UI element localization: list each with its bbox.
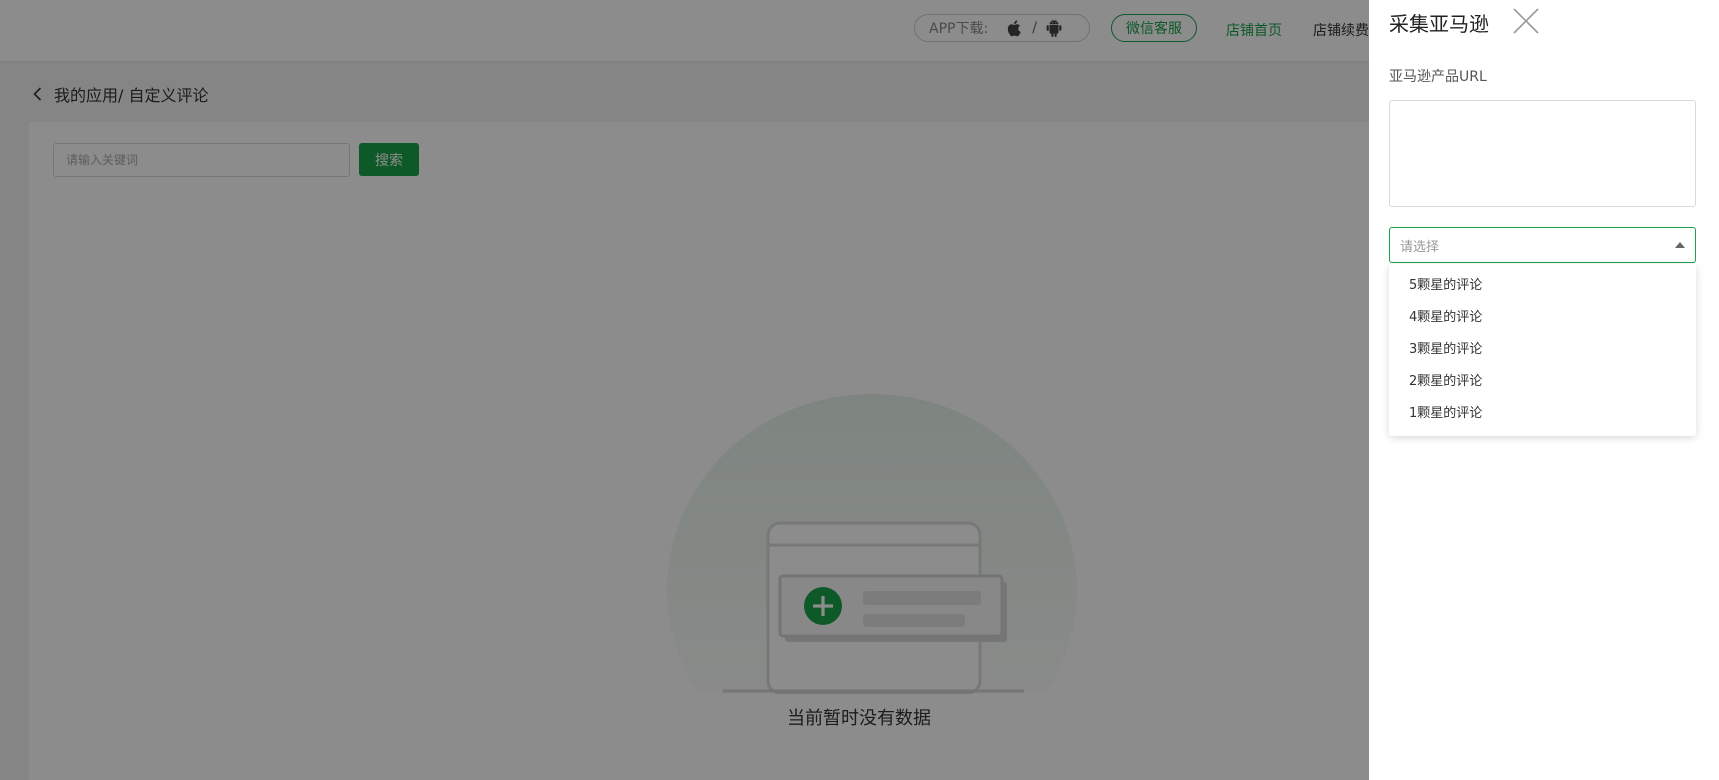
rating-select[interactable]: 请选择 [1389, 227, 1696, 263]
caret-up-icon [1675, 241, 1685, 249]
close-icon[interactable] [1512, 7, 1540, 35]
rating-select-placeholder: 请选择 [1400, 239, 1440, 255]
page: APP下载: / 微信客服 店铺首页 店铺续费 我的应用/ 自定义评论 请输入关… [0, 0, 1719, 780]
amazon-url-textarea[interactable] [1389, 100, 1696, 207]
amazon-url-label: 亚马逊产品URL [1389, 69, 1487, 85]
dropdown-option-5-star[interactable]: 5颗星的评论 [1389, 270, 1696, 302]
collect-amazon-drawer: 采集亚马逊 亚马逊产品URL 请选择 5颗星的评论 4颗星的评论 3颗星的评论 … [1369, 0, 1719, 780]
dropdown-option-1-star[interactable]: 1颗星的评论 [1389, 398, 1696, 430]
drawer-title: 采集亚马逊 [1389, 12, 1489, 36]
dropdown-option-2-star[interactable]: 2颗星的评论 [1389, 366, 1696, 398]
dropdown-option-4-star[interactable]: 4颗星的评论 [1389, 302, 1696, 334]
rating-dropdown: 5颗星的评论 4颗星的评论 3颗星的评论 2颗星的评论 1颗星的评论 [1389, 264, 1696, 436]
dropdown-option-3-star[interactable]: 3颗星的评论 [1389, 334, 1696, 366]
